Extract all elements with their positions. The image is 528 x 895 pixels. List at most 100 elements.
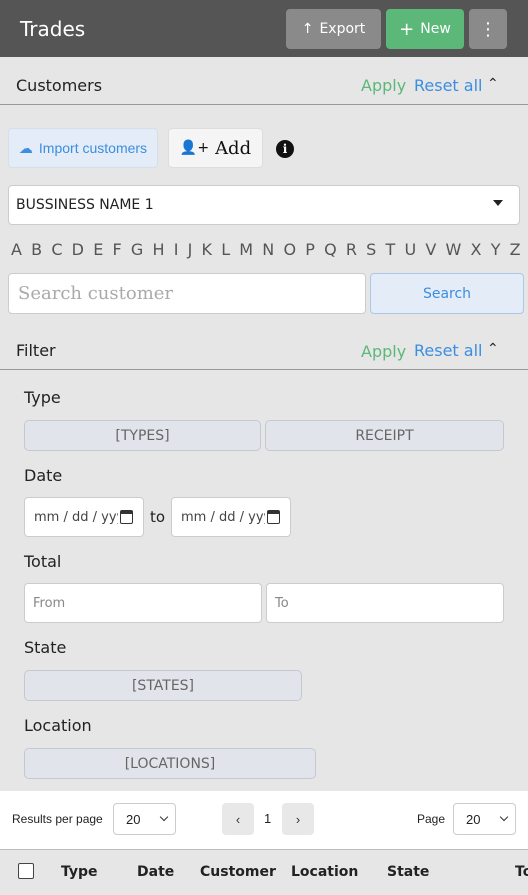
alphabet-letter[interactable]: X [471, 240, 482, 259]
add-user-icon: 👤+ [179, 140, 210, 156]
customers-reset-link[interactable]: Reset all [414, 76, 482, 95]
page-title: Trades [20, 17, 86, 41]
business-select-value: BUSSINESS NAME 1 [16, 197, 154, 213]
new-button[interactable]: + New [386, 9, 464, 49]
column-header-state[interactable]: State [387, 864, 429, 880]
alphabet-letter[interactable]: K [202, 240, 213, 259]
column-header-location[interactable]: Location [291, 864, 358, 880]
alphabet-letter[interactable]: I [174, 240, 179, 259]
add-label: Add [215, 137, 252, 159]
alphabet-letter[interactable]: W [446, 240, 462, 259]
column-header-customer[interactable]: Customer [200, 864, 276, 880]
total-to-input[interactable]: To [266, 583, 504, 623]
calendar-icon[interactable] [267, 510, 280, 524]
chevron-up-icon[interactable]: ⌃ [487, 75, 499, 92]
date-from-input[interactable]: mm / dd / yyyy [24, 497, 144, 537]
calendar-icon[interactable] [120, 510, 133, 524]
state-select[interactable]: [STATES] [24, 670, 302, 701]
chevron-down-icon [159, 812, 169, 822]
business-select[interactable]: BUSSINESS NAME 1 [8, 185, 520, 225]
total-from-placeholder: From [33, 595, 66, 611]
alphabet-filter: ABCDEFGHIJKLMNOPQRSTUVWXYZ [11, 240, 521, 259]
search-button[interactable]: Search [370, 273, 524, 314]
results-per-page-select[interactable]: 20 [113, 803, 176, 835]
alphabet-letter[interactable]: G [131, 240, 143, 259]
arrow-up-icon: ↑ [301, 21, 314, 37]
search-customer-input[interactable]: Search customer [8, 273, 366, 314]
next-page-button[interactable]: › [282, 803, 314, 835]
filter-title: Filter [16, 341, 56, 360]
filter-reset-link[interactable]: Reset all [414, 341, 482, 360]
column-header-type[interactable]: Type [61, 864, 98, 880]
add-customer-button[interactable]: 👤+ Add [168, 128, 263, 168]
current-page-number: 1 [264, 811, 272, 826]
location-label: Location [24, 716, 92, 735]
chevron-down-icon [499, 812, 509, 822]
cloud-upload-icon: ☁ [18, 139, 33, 156]
alphabet-letter[interactable]: A [11, 240, 22, 259]
type-label: Type [24, 388, 61, 407]
alphabet-letter[interactable]: L [221, 240, 230, 259]
export-label: Export [319, 21, 366, 37]
alphabet-letter[interactable]: R [346, 240, 357, 259]
page-select-value: 20 [466, 811, 481, 827]
alphabet-letter[interactable]: P [305, 240, 315, 259]
table-header: Type Date Customer Location State To [0, 849, 528, 895]
alphabet-letter[interactable]: S [366, 240, 376, 259]
customers-section-header: Customers Apply Reset all ⌃ [0, 57, 528, 105]
import-customers-button[interactable]: ☁ Import customers [8, 128, 158, 168]
filter-apply-link[interactable]: Apply [361, 342, 406, 361]
state-label: State [24, 638, 67, 657]
alphabet-letter[interactable]: T [386, 240, 396, 259]
alphabet-letter[interactable]: F [112, 240, 121, 259]
type-option-types[interactable]: [TYPES] [24, 420, 261, 451]
new-label: New [420, 21, 451, 37]
page-label: Page [417, 812, 446, 826]
results-per-page-label: Results per page [12, 812, 103, 826]
date-label: Date [24, 466, 63, 485]
filter-section-header: Filter Apply Reset all ⌃ [0, 322, 528, 370]
chevron-up-icon[interactable]: ⌃ [487, 340, 499, 357]
customers-title: Customers [16, 76, 103, 95]
alphabet-letter[interactable]: D [72, 240, 84, 259]
alphabet-letter[interactable]: U [404, 240, 416, 259]
customers-apply-link[interactable]: Apply [361, 76, 406, 95]
results-per-page-value: 20 [126, 811, 141, 827]
export-button[interactable]: ↑ Export [286, 9, 381, 49]
alphabet-letter[interactable]: V [425, 240, 436, 259]
caret-down-icon [493, 200, 503, 206]
alphabet-letter[interactable]: C [51, 240, 62, 259]
app-header: Trades ↑ Export + New ⋮ [0, 0, 528, 57]
date-to-placeholder: mm / dd / yyyy [181, 509, 265, 525]
search-customer-placeholder: Search customer [18, 283, 174, 304]
alphabet-letter[interactable]: Y [491, 240, 501, 259]
pagination-bar: Results per page 20 ‹ 1 › Page 20 [0, 791, 528, 849]
alphabet-letter[interactable]: Q [324, 240, 337, 259]
plus-icon: + [399, 18, 415, 40]
page-select[interactable]: 20 [453, 803, 516, 835]
total-to-placeholder: To [275, 595, 289, 611]
type-option-receipt[interactable]: RECEIPT [265, 420, 504, 451]
alphabet-letter[interactable]: O [283, 240, 296, 259]
import-customers-label: Import customers [38, 140, 148, 156]
total-label: Total [24, 552, 62, 571]
more-options-button[interactable]: ⋮ [469, 9, 507, 49]
alphabet-letter[interactable]: H [152, 240, 164, 259]
column-header-to[interactable]: To [515, 864, 528, 880]
alphabet-letter[interactable]: N [262, 240, 274, 259]
column-header-date[interactable]: Date [137, 864, 174, 880]
total-from-input[interactable]: From [24, 583, 262, 623]
alphabet-letter[interactable]: Z [510, 240, 521, 259]
date-from-placeholder: mm / dd / yyyy [34, 509, 118, 525]
alphabet-letter[interactable]: M [239, 240, 253, 259]
alphabet-letter[interactable]: J [188, 240, 193, 259]
location-select[interactable]: [LOCATIONS] [24, 748, 316, 779]
alphabet-letter[interactable]: B [31, 240, 42, 259]
info-icon[interactable]: i [276, 140, 294, 158]
date-to-input[interactable]: mm / dd / yyyy [171, 497, 291, 537]
alphabet-letter[interactable]: E [93, 240, 103, 259]
prev-page-button[interactable]: ‹ [222, 803, 254, 835]
date-to-label: to [150, 508, 166, 526]
kebab-menu-icon: ⋮ [479, 18, 497, 40]
select-all-checkbox[interactable] [18, 863, 34, 879]
